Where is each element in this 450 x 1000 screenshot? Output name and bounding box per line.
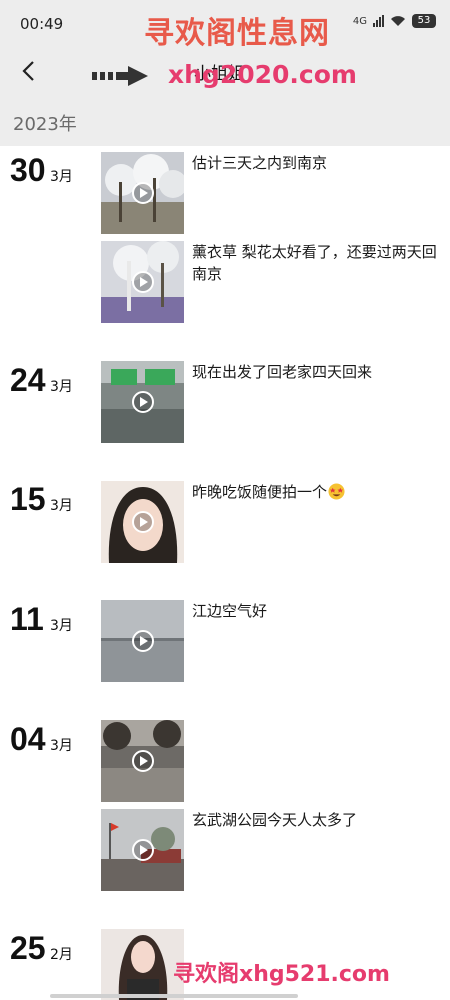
video-thumbnail[interactable] [101,152,184,234]
year-label: 2023年 [13,114,77,135]
date-day: 15 [10,481,46,517]
date-month: 3月 [50,738,73,754]
play-icon [132,630,154,652]
watermark-title: 寻欢阁性息网 [144,16,330,51]
star-struck-emoji-icon [328,483,345,500]
date-day: 24 [10,362,46,398]
caption-text: 昨晚吃饭随便拍一个 [192,483,328,501]
date-day: 30 [10,152,46,188]
status-icons: 4G 53 [353,14,436,28]
play-icon [132,271,154,293]
date-day: 11 [10,601,44,637]
play-icon [132,839,154,861]
video-thumbnail[interactable] [101,241,184,323]
play-icon [132,182,154,204]
date-day: 04 [10,721,46,757]
moment-post[interactable]: 昨晚吃饭随便拍一个 [101,481,441,563]
moment-post[interactable]: 江边空气好 [101,600,441,682]
date-day: 25 [10,930,46,966]
network-label: 4G [352,15,367,27]
watermark-url: xhg2020.com [168,60,357,89]
post-caption: 江边空气好 [192,602,268,620]
video-thumbnail[interactable] [101,720,184,802]
video-thumbnail[interactable] [101,361,184,443]
play-icon [132,511,154,533]
scroll-indicator [50,994,298,998]
year-header: 2023年 [0,96,450,146]
battery-icon: 53 [412,14,436,28]
post-caption: 现在出发了回老家四天回来 [192,363,373,381]
status-time: 00:49 [20,15,64,33]
date-month: 3月 [50,379,73,395]
watermark-arrow-icon [92,66,148,86]
date-month: 3月 [50,169,73,185]
post-caption: 估计三天之内到南京 [192,154,328,172]
video-thumbnail[interactable] [101,481,184,563]
photo-thumbnail[interactable] [101,929,184,1000]
post-caption: 薰衣草 梨花太好看了，还要过两天回南京 [192,243,437,283]
video-thumbnail[interactable] [101,600,184,682]
moment-post[interactable]: 薰衣草 梨花太好看了，还要过两天回南京 [101,241,441,323]
moment-post[interactable]: 估计三天之内到南京 [101,152,441,234]
date-month: 3月 [50,498,73,514]
back-button[interactable] [8,51,48,91]
watermark-bottom: 寻欢阁xhg521.com [173,962,390,987]
signal-icon [373,15,384,27]
moment-post[interactable]: 玄武湖公园今天人太多了 [101,809,441,891]
moment-post[interactable] [101,720,441,802]
play-icon [132,750,154,772]
back-arrow-icon [22,61,34,81]
wifi-icon [391,16,405,26]
post-caption: 昨晚吃饭随便拍一个 [192,481,442,503]
post-caption: 玄武湖公园今天人太多了 [192,811,358,829]
date-month: 2月 [50,947,73,963]
play-icon [132,391,154,413]
date-month: 3月 [50,618,73,634]
video-thumbnail[interactable] [101,809,184,891]
moment-post[interactable]: 现在出发了回老家四天回来 [101,361,441,443]
